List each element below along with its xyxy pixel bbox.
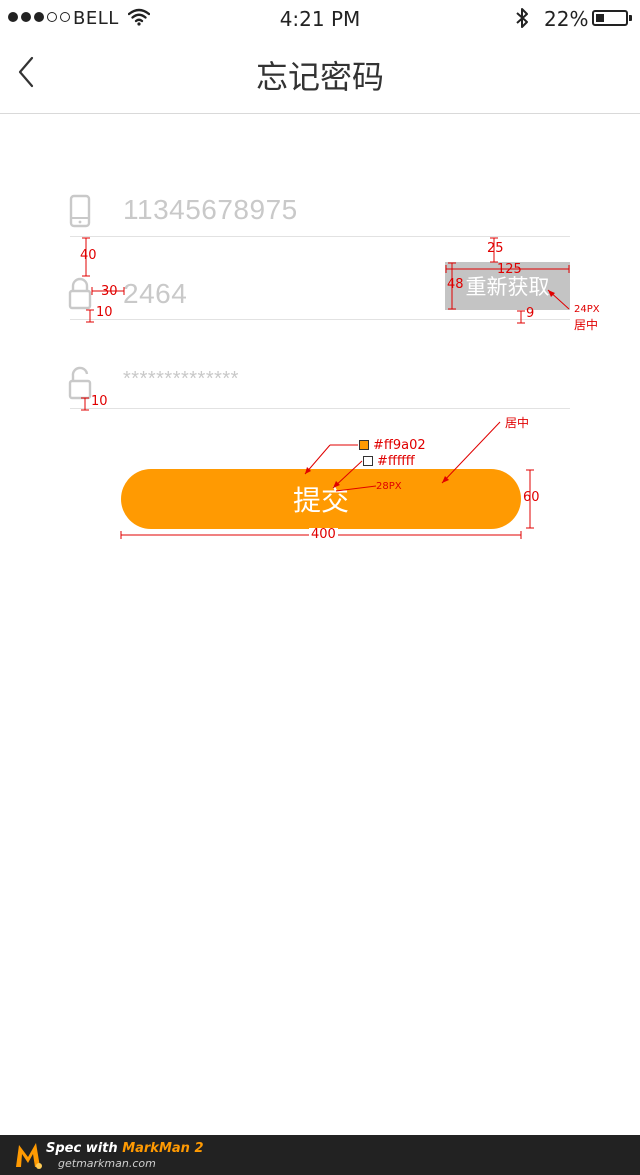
battery-icon	[592, 10, 628, 26]
markman-footer: Spec with MarkMan 2 getmarkman.com	[0, 1135, 640, 1175]
markman-logo-icon	[16, 1143, 42, 1169]
nav-bar: 忘记密码	[0, 38, 640, 114]
unlock-icon	[68, 366, 92, 400]
spec-label-icon-gap: 30	[101, 284, 118, 299]
spec-label-submit-text-color: #ffffff	[363, 455, 415, 468]
spec-color-white: #ffffff	[377, 454, 415, 469]
battery-percent: 22%	[544, 7, 589, 31]
page-title: 忘记密码	[255, 58, 384, 96]
lock-icon	[68, 277, 92, 310]
spec-label-submit-font: 28PX	[376, 481, 402, 492]
spec-color-orange: #ff9a02	[373, 438, 426, 453]
spec-label-resend-bottom: 9	[526, 306, 535, 321]
footer-url[interactable]: getmarkman.com	[58, 1157, 156, 1170]
spec-label-resend-font: 24PX	[574, 304, 600, 315]
spec-label-icon-bottom-2: 10	[91, 394, 108, 409]
spec-label-resend-height: 48	[447, 277, 464, 292]
submit-button[interactable]: 提交	[121, 469, 521, 529]
swatch-orange	[359, 440, 369, 450]
password-divider	[70, 408, 570, 409]
bluetooth-icon	[516, 8, 528, 28]
spec-label-icon-bottom-1: 10	[96, 305, 113, 320]
phone-input[interactable]	[123, 194, 423, 226]
swatch-white	[363, 456, 373, 466]
code-divider	[70, 319, 570, 320]
spec-label-phone-gap: 40	[80, 248, 97, 263]
spec-label-submit-color: #ff9a02	[359, 439, 426, 452]
spec-label-submit-height: 60	[523, 490, 540, 505]
footer-prefix: Spec with	[46, 1141, 123, 1156]
password-input[interactable]	[123, 368, 423, 391]
phone-divider	[70, 236, 570, 237]
footer-brand: MarkMan 2	[122, 1141, 204, 1156]
spec-label-resend-width: 125	[497, 262, 522, 277]
spec-label-resend-top: 25	[487, 241, 504, 256]
spec-label-resend-align: 居中	[574, 318, 599, 332]
battery-nub	[629, 15, 632, 21]
footer-title: Spec with MarkMan 2	[46, 1141, 204, 1156]
spec-label-submit-align: 居中	[505, 416, 530, 430]
status-bar: BELL 4:21 PM 22%	[0, 0, 640, 38]
spec-label-submit-width: 400	[309, 527, 338, 542]
spec-annotation-lines	[81, 237, 570, 539]
phone-icon	[69, 194, 91, 228]
code-input[interactable]	[123, 278, 423, 310]
